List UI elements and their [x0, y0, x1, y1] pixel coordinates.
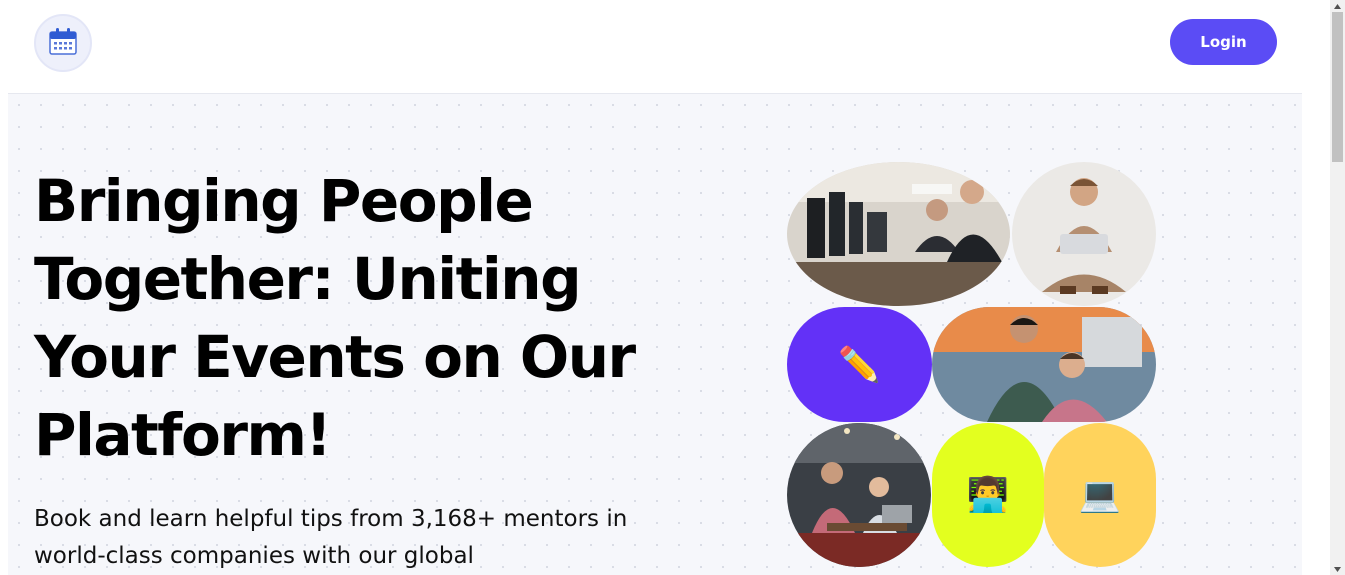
gallery-tile-pencil: ✏️	[787, 307, 932, 422]
scroll-down-arrow-icon[interactable]	[1330, 563, 1345, 575]
gallery-photo-office	[787, 162, 1010, 306]
gallery-tile-laptop: 💻	[1044, 423, 1156, 567]
site-header: Login	[0, 0, 1330, 93]
calendar-icon	[48, 26, 78, 60]
hero-subtext: Book and learn helpful tips from 3,168+ …	[34, 506, 628, 569]
scroll-up-arrow-icon[interactable]	[1330, 0, 1345, 12]
gallery-photo-cafe-meeting	[787, 423, 931, 567]
pencil-icon: ✏️	[838, 344, 881, 385]
hero-headline: Bringing People Together: Uniting Your E…	[34, 167, 636, 469]
gallery-tile-technologist: 👨‍💻	[932, 423, 1044, 567]
logo[interactable]	[34, 14, 92, 72]
technologist-icon: 👨‍💻	[966, 475, 1010, 515]
gallery-photo-two-men-screen	[932, 307, 1156, 422]
page-scrollbar[interactable]	[1330, 0, 1345, 575]
login-button[interactable]: Login	[1170, 19, 1277, 65]
gallery-photo-man-laptop	[1012, 162, 1156, 306]
scrollbar-thumb[interactable]	[1332, 12, 1343, 162]
laptop-icon: 💻	[1078, 475, 1122, 515]
